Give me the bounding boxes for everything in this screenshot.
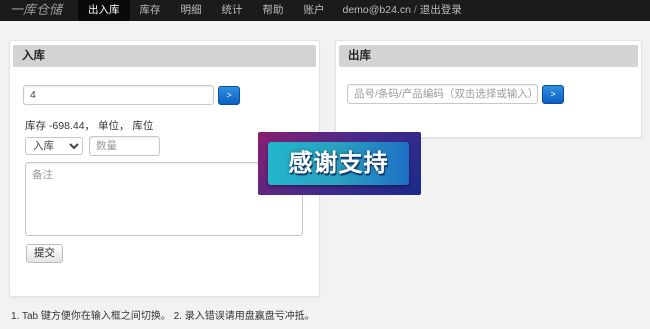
outbound-product-input[interactable] [347,84,538,104]
nav-item-inout[interactable]: 出入库 [78,0,130,21]
outbound-go-button[interactable]: > [542,85,564,104]
inbound-panel-title: 入库 [13,45,316,67]
user-email: demo@b24.cn [342,4,411,16]
logout-link[interactable]: 退出登录 [420,4,462,16]
user-separator: / [413,4,417,16]
top-navbar: 一库仓储 出入库 库存 明细 统计 帮助 账户 demo@b24.cn / 退出… [0,0,650,21]
nav-item-help[interactable]: 帮助 [253,0,294,21]
user-area: demo@b24.cn / 退出登录 [335,0,462,21]
inbound-product-input[interactable] [23,85,214,105]
nav-item-account[interactable]: 账户 [294,0,335,21]
nav-item-stats[interactable]: 统计 [212,0,253,21]
outbound-panel: 出库 > [335,40,642,138]
thanks-badge-text: 感谢支持 [288,149,389,177]
brand-logo[interactable]: 一库仓储 [0,0,78,21]
quantity-input[interactable] [89,136,160,156]
outbound-panel-title: 出库 [339,45,638,67]
nav-item-detail[interactable]: 明细 [171,0,212,21]
inbound-go-button[interactable]: > [218,86,240,105]
stock-info: 库存 -698.44， 单位， 库位 [25,120,154,132]
inout-type-select[interactable]: 入库 [25,137,83,155]
footer-hint: 1. Tab 键方便你在输入框之间切换。 2. 录入错误请用盘赢盘亏冲抵。 [11,311,315,322]
thanks-badge: 感谢支持 [258,132,421,195]
thanks-badge-inner: 感谢支持 [268,142,409,185]
submit-button[interactable]: 提交 [26,244,63,263]
nav-item-stock[interactable]: 库存 [130,0,171,21]
